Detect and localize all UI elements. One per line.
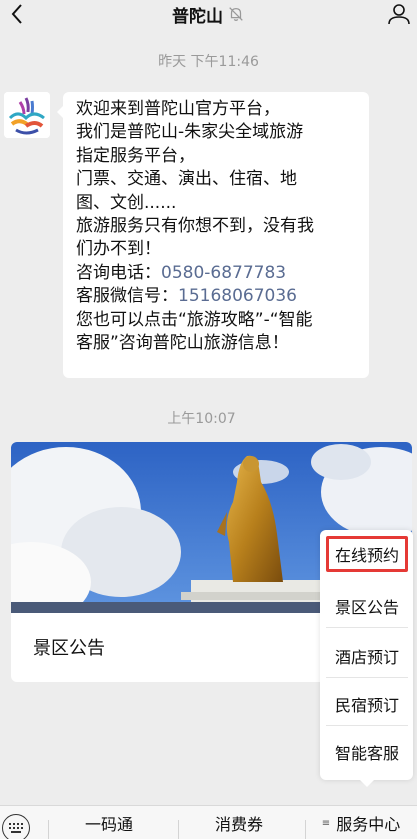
message-line: 我们是普陀山-朱家尖全域旅游 (76, 122, 304, 143)
putuoshan-logo-icon (4, 92, 50, 138)
wechat-link[interactable]: 15168067036 (178, 286, 297, 306)
timestamp: 昨天 下午11:46 (158, 54, 259, 70)
wechat-label: 客服微信号： (76, 286, 178, 307)
menu-item-online-booking[interactable]: 在线预约 (326, 536, 408, 572)
service-popup-menu: 在线预约 景区公告 酒店预订 民宿预订 智能客服 (320, 530, 413, 787)
keyboard-toggle-button[interactable] (2, 814, 30, 839)
phone-label: 咨询电话： (76, 262, 161, 283)
timestamp: 上午10:07 (167, 411, 236, 427)
person-icon (388, 4, 410, 25)
menu-item-homestay-booking[interactable]: 民宿预订 (326, 682, 408, 726)
service-center-label: 服务中心 (336, 815, 401, 834)
message-bubble[interactable]: 欢迎来到普陀山官方平台， 我们是普陀山-朱家尖全域旅游 指定服务平台， 门票、交… (57, 92, 369, 378)
message-line: 们办不到！ (76, 239, 161, 260)
profile-button[interactable] (385, 0, 413, 28)
bottom-menu-item-coupon[interactable]: 消费券 (178, 806, 300, 839)
phone-link[interactable]: 0580-6877783 (161, 263, 286, 283)
bell-off-icon (229, 7, 243, 21)
message-line: 欢迎来到普陀山官方平台， (76, 99, 280, 119)
menu-item-smart-service[interactable]: 智能客服 (326, 730, 408, 774)
menu-lines-icon: ≡ (321, 817, 331, 829)
bottom-menu-item-code[interactable]: 一码通 (48, 806, 170, 839)
bottom-menu-bar: 一码通 消费券 ≡ 服务中心 (0, 805, 417, 839)
message-line: 指定服务平台， (76, 145, 195, 166)
title-area: 普陀山 (0, 0, 417, 28)
message-line: 客服”咨询普陀山旅游信息！ (76, 333, 289, 354)
message-line: 您也可以点击“旅游攻略”-“智能 (76, 309, 313, 330)
avatar[interactable] (4, 92, 50, 138)
keyboard-icon (9, 823, 23, 833)
message-line: 门票、交通、演出、住宿、地 (76, 169, 297, 190)
message-line: 图、文创...... (76, 192, 177, 213)
menu-item-hotel-booking[interactable]: 酒店预订 (326, 634, 408, 678)
wechat-line: 客服微信号：15168067036 (76, 285, 359, 308)
chat-title: 普陀山 (172, 6, 223, 27)
article-title: 景区公告 (33, 638, 105, 659)
message-line: 旅游服务只有你想不到，没有我 (76, 216, 314, 237)
bottom-menu-item-service-center[interactable]: ≡ 服务中心 (305, 806, 417, 839)
menu-item-scenic-notice[interactable]: 景区公告 (326, 584, 408, 628)
chat-header: 普陀山 (0, 0, 417, 30)
phone-line: 咨询电话：0580-6877783 (76, 262, 359, 285)
